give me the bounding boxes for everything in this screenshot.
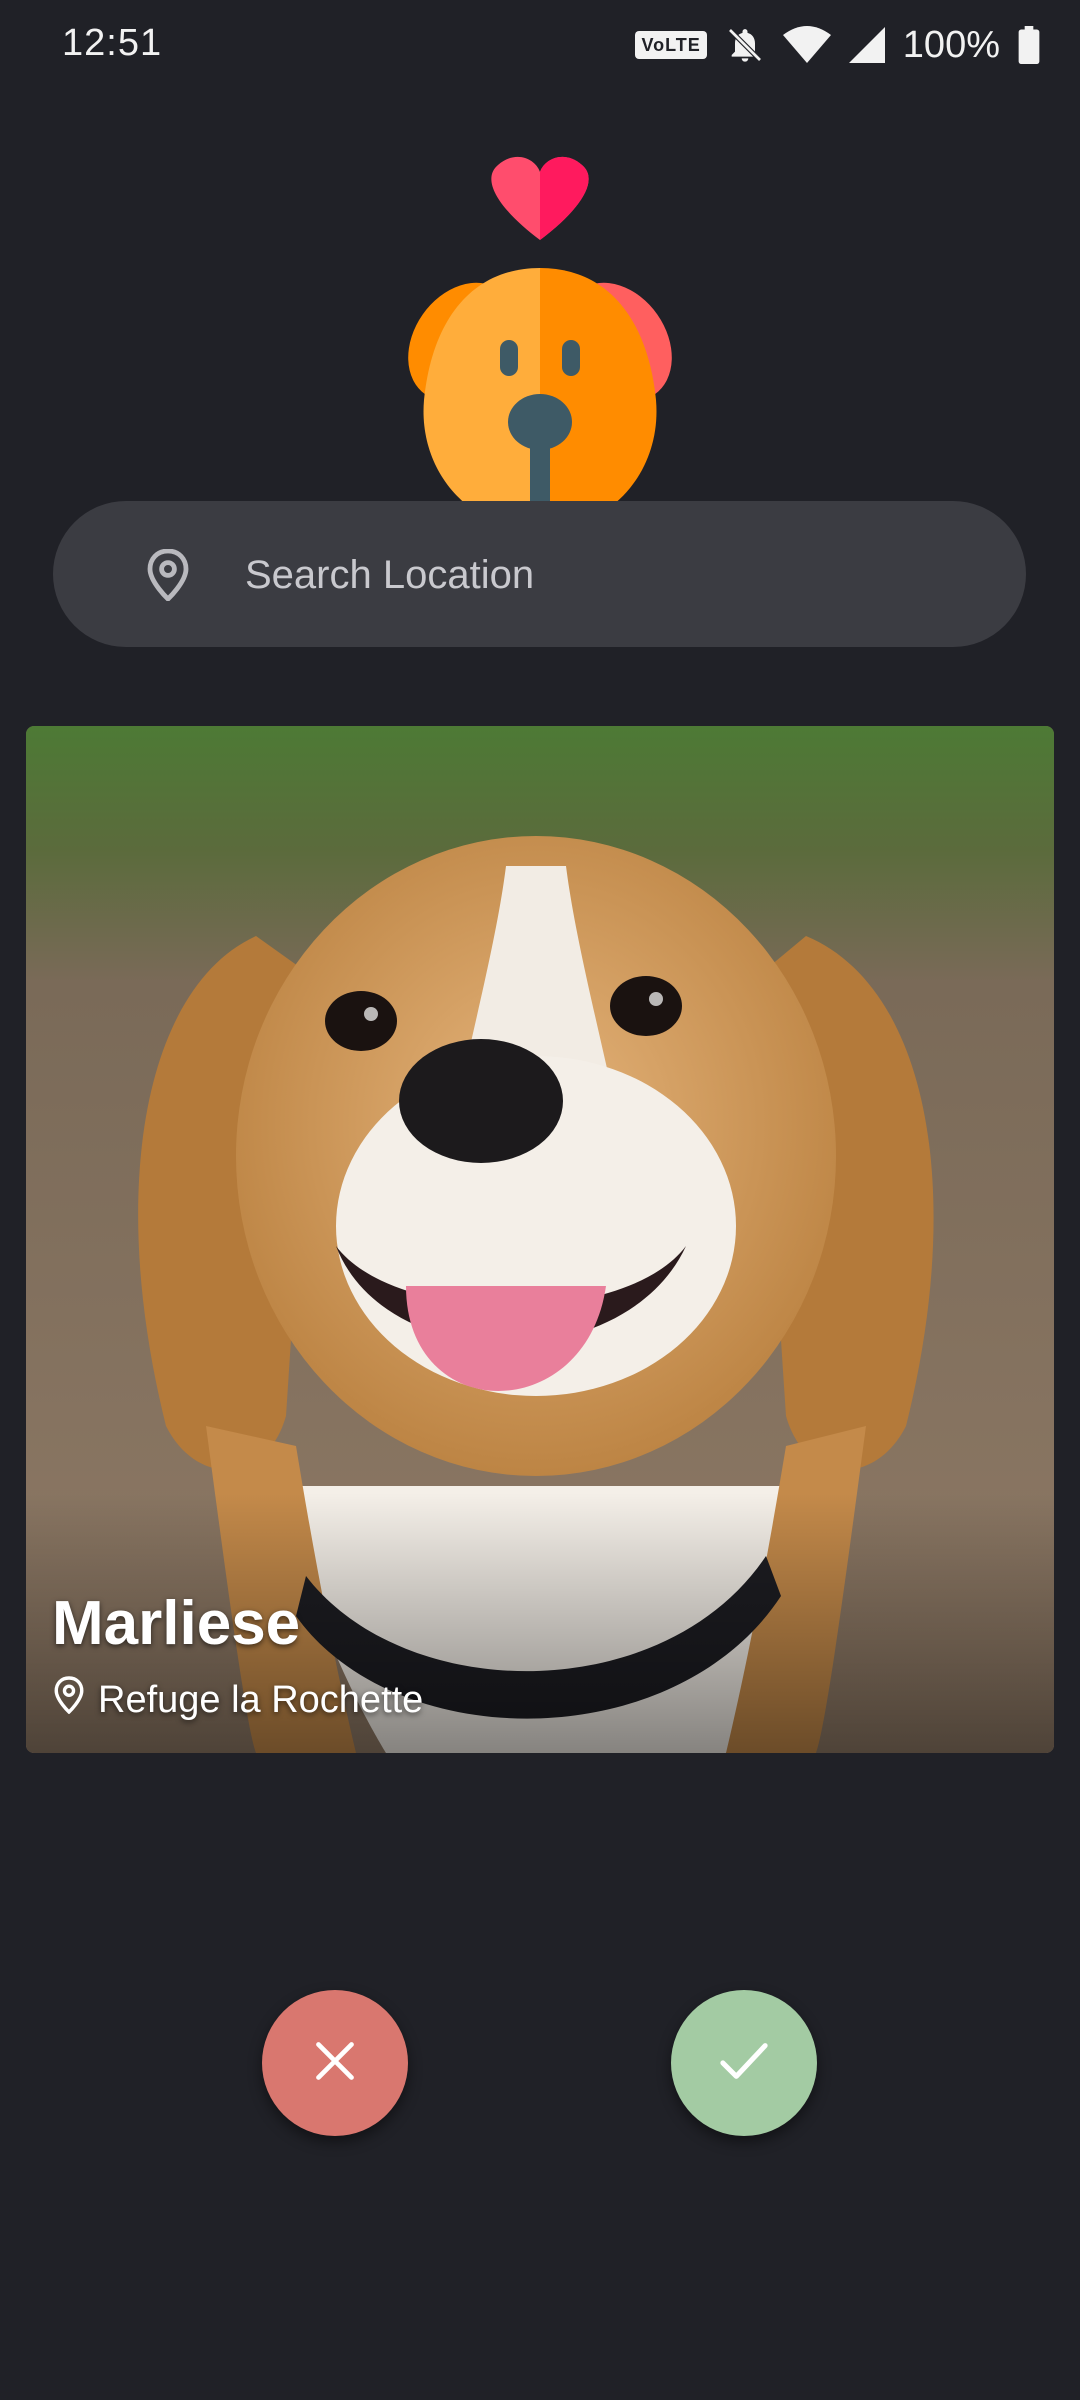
bell-off-icon [725, 25, 765, 65]
status-bar: 12:51 VoLTE 100% [0, 0, 1080, 90]
status-icons: VoLTE 100% [635, 20, 1040, 70]
pet-location: Refuge la Rochette [52, 1676, 423, 1724]
pet-location-text: Refuge la Rochette [98, 1678, 424, 1721]
search-bar[interactable] [53, 501, 1026, 647]
close-icon [313, 2039, 357, 2088]
check-icon [719, 2039, 769, 2088]
battery-percentage: 100% [902, 23, 1000, 66]
search-input[interactable] [243, 541, 947, 609]
signal-icon [848, 27, 885, 63]
wifi-icon [782, 25, 831, 65]
reject-button[interactable] [262, 1990, 408, 2136]
pet-name: Marliese [52, 1589, 301, 1658]
accept-button[interactable] [671, 1990, 817, 2136]
volte-icon: VoLTE [635, 31, 707, 59]
status-time: 12:51 [62, 22, 163, 64]
battery-icon [1018, 26, 1040, 64]
pet-card[interactable]: Marliese Refuge la Rochette [26, 726, 1054, 1753]
location-pin-icon [52, 1676, 86, 1724]
location-pin-icon [143, 548, 193, 603]
dog-heart-logo-icon [380, 150, 700, 530]
